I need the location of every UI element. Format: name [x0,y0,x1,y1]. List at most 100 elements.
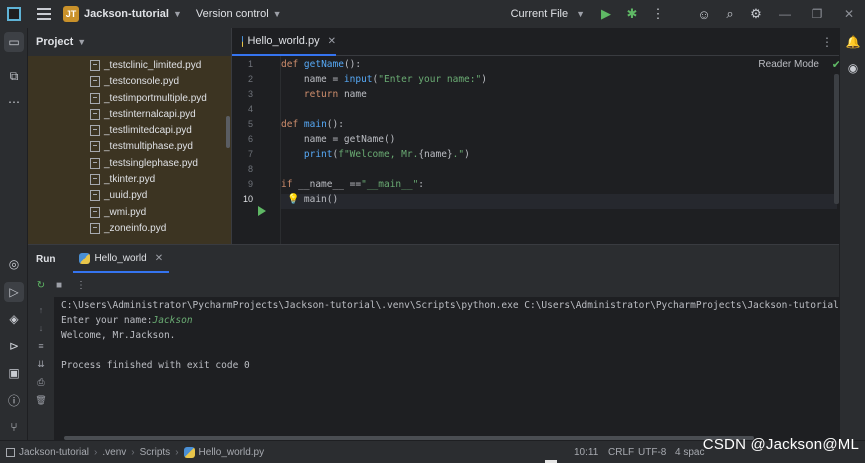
more-actions-icon[interactable]: ⋮ [645,0,671,28]
scroll-down-icon[interactable]: ↓ [34,321,48,335]
run-gutter-icon[interactable] [258,206,266,216]
stop-icon[interactable]: ■ [52,278,66,292]
chevron-down-icon[interactable]: ▼ [173,9,182,19]
run-panel-header: Run Hello_world ✕ [28,245,839,273]
chevron-down-icon[interactable]: ▼ [77,37,86,47]
terminal-icon[interactable]: ▣ [4,363,24,383]
trash-icon[interactable]: 🗑 [34,393,48,407]
debug-icon[interactable]: ✱ [619,0,645,28]
console-command-line: C:\Users\Administrator\PycharmProjects\J… [61,300,839,311]
project-scrollbar[interactable] [226,116,230,148]
rerun-icon[interactable]: ↻ [34,278,48,292]
settings-gear-icon[interactable]: ⚙ [743,0,769,28]
close-tab-icon[interactable]: ✕ [328,36,336,47]
maximize-icon[interactable]: ❐ [801,0,833,28]
search-icon[interactable]: ⌕ [717,0,743,28]
scroll-to-end-icon[interactable]: ⇊ [34,357,48,371]
cursor-position[interactable]: 10:11 [574,447,598,458]
file-icon [90,157,100,169]
file-item[interactable]: _wmi.pyd [90,204,146,220]
version-control-menu[interactable]: Version control [196,8,269,20]
run-config-selector[interactable]: Current File [511,8,568,20]
file-item[interactable]: _uuid.pyd [90,187,147,203]
code-line-7: print(f"Welcome, Mr.{name}.") [303,149,470,160]
problems-icon[interactable]: ⓘ [4,390,24,410]
line-ending[interactable]: CRLF [608,447,634,458]
breadcrumb-venv[interactable]: .venv [102,447,126,458]
close-icon[interactable]: ✕ [833,0,865,28]
minimize-icon[interactable]: — [769,0,801,28]
run-toolbar: ↻ ■ ⋮ [28,273,839,297]
code-area[interactable]: def getName(): name = input("Enter your … [280,56,837,244]
chevron-down-icon[interactable]: ▼ [273,9,282,19]
project-folder-icon[interactable]: ▭ [4,32,24,52]
python-file-icon [242,35,244,47]
title-bar: JT Jackson-tutorial ▼ Version control ▼ … [0,0,865,28]
breadcrumb-project[interactable]: Jackson-tutorial [19,447,89,458]
project-panel: Project ▼ _testclinic_limited.pyd _testc… [28,28,231,244]
run-tab-hello-world[interactable]: Hello_world ✕ [73,245,170,273]
file-icon [90,140,100,152]
more-options-icon[interactable]: ⋮ [74,278,88,292]
breadcrumb-scripts[interactable]: Scripts [140,447,171,458]
file-item[interactable]: _testconsole.pyd [90,73,179,89]
soft-wrap-icon[interactable]: ≡ [34,339,48,353]
code-line-6: name = getName() [281,134,396,145]
project-name[interactable]: Jackson-tutorial [84,8,169,20]
pycharm-logo-icon [7,7,21,21]
git-branch-icon[interactable]: ⑂ [4,417,24,437]
layers-icon[interactable]: ◈ [4,309,24,329]
console-output[interactable]: C:\Users\Administrator\PycharmProjects\J… [54,297,839,441]
close-tab-icon[interactable]: ✕ [155,253,163,264]
chevron-down-icon[interactable]: ▼ [576,9,585,19]
project-badge[interactable]: JT [63,6,79,22]
print-icon[interactable]: ⎙ [34,375,48,389]
left-tool-strip: ▭ ⧉ ⋯ ◎ ▷ ◈ ⊳ ▣ ⓘ ⑂ [0,28,28,440]
project-panel-header[interactable]: Project ▼ [28,28,231,56]
project-panel-title: Project [36,36,74,48]
scroll-up-icon[interactable]: ↑ [34,303,48,317]
run-tool-icon[interactable]: ▷ [4,282,24,302]
project-file-list: _testclinic_limited.pyd _testconsole.pyd… [28,56,231,244]
run-panel-title: Run [36,253,56,265]
ai-assistant-icon[interactable]: ◉ [845,60,861,76]
editor-tab-hello-world[interactable]: Hello_world.py ✕ [232,28,336,56]
notifications-icon[interactable]: 🔔 [845,34,861,50]
file-item[interactable]: _testsinglephase.pyd [90,155,198,171]
services-icon[interactable]: ⊳ [4,336,24,356]
run-panel: Run Hello_world ✕ ↻ ■ ⋮ ↑ ↓ ≡ ⇊ ⎙ 🗑 C:\U… [28,244,839,441]
file-icon [90,108,100,120]
reader-mode-toggle[interactable]: Reader Mode [758,59,819,70]
tab-options-icon[interactable]: ⋮ [821,35,833,49]
file-item[interactable]: _testmultiphase.pyd [90,138,193,154]
file-item[interactable]: _testlimitedcapi.pyd [90,122,192,138]
code-line-5: def main(): [281,119,344,130]
file-icon [90,222,100,234]
python-file-icon [79,252,91,264]
main-menu-icon[interactable] [37,8,51,20]
breadcrumb: Jackson-tutorial › .venv › Scripts › Hel… [6,446,265,458]
file-item[interactable]: _testclinic_limited.pyd [90,57,201,73]
file-item[interactable]: _tkinter.pyd [90,171,155,187]
current-line-highlight [281,194,837,209]
run-icon[interactable]: ▶ [593,0,619,28]
console-prompt-line: Enter your name:Jackson [61,315,193,326]
structure-icon[interactable]: ⧉ [4,66,24,86]
code-line-1: def getName(): [281,59,362,70]
file-item[interactable]: _zoneinfo.pyd [90,220,166,236]
file-item[interactable]: _testimportmultiple.pyd [90,90,207,106]
lightbulb-icon[interactable]: 💡 [287,194,299,205]
indent-setting[interactable]: 4 spac [675,447,704,458]
file-encoding[interactable]: UTF-8 [638,447,666,458]
file-item[interactable]: _testinternalcapi.pyd [90,106,196,122]
python-packages-icon[interactable]: ◎ [4,254,24,274]
breadcrumb-separator-icon: › [131,446,135,458]
editor-tab-bar: Hello_world.py ✕ ⋮ [232,28,865,56]
breadcrumb-file[interactable]: Hello_world.py [199,447,265,458]
right-tool-strip: 🔔 ◉ [839,28,865,440]
code-line-2: name = input("Enter your name:") [281,74,487,85]
add-user-icon[interactable]: ☺ [691,0,717,28]
more-tools-icon[interactable]: ⋯ [4,92,24,112]
file-icon [90,124,100,136]
console-exit-line: Process finished with exit code 0 [61,360,250,371]
